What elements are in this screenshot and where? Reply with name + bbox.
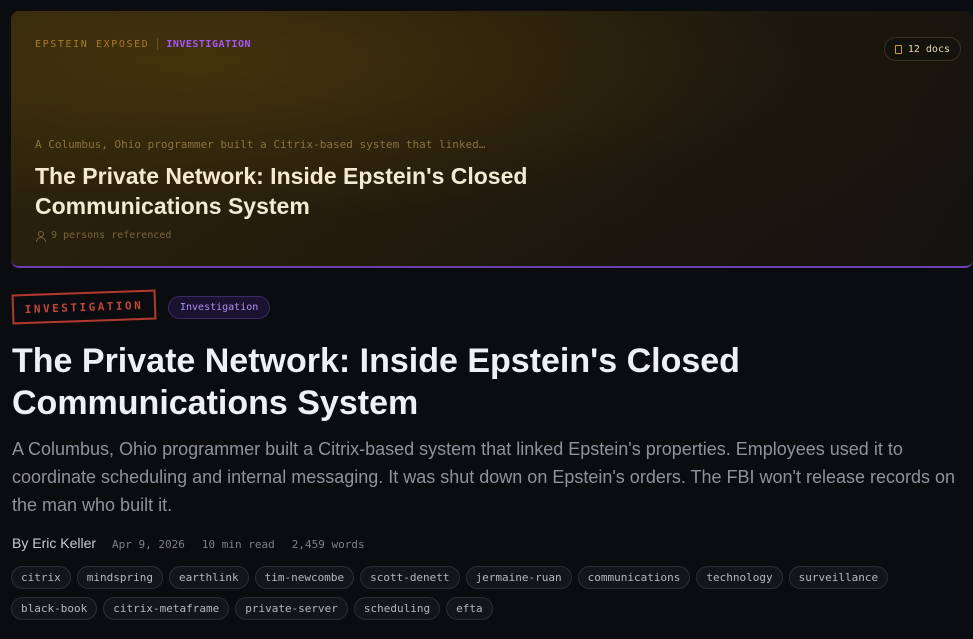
document-icon — [894, 44, 902, 54]
hero-card[interactable]: EPSTEIN EXPOSED INVESTIGATION 12 docs A … — [11, 11, 973, 268]
persons-label: 9 persons referenced — [51, 230, 172, 241]
hero-excerpt: A Columbus, Ohio programmer built a Citr… — [35, 138, 486, 151]
publish-date: Apr 9, 2026 — [112, 538, 185, 551]
article-meta: By Eric Keller Apr 9, 2026 10 min read 2… — [12, 535, 382, 551]
divider — [157, 38, 159, 50]
author-byline[interactable]: By Eric Keller — [12, 535, 96, 551]
hero-kicker: INVESTIGATION — [166, 38, 252, 50]
tag-chip[interactable]: mindspring — [76, 566, 163, 589]
tag-chip[interactable]: scott-denett — [360, 566, 460, 589]
tag-chip[interactable]: jermaine-ruan — [465, 566, 572, 589]
tag-chip[interactable]: efta — [446, 597, 493, 620]
tag-chip[interactable]: earthlink — [168, 566, 249, 589]
persons-referenced[interactable]: 9 persons referenced — [35, 230, 172, 242]
tag-chip[interactable]: citrix-metaframe — [103, 597, 230, 620]
docs-count-badge[interactable]: 12 docs — [883, 37, 961, 61]
tag-list: citrix mindspring earthlink tim-newcombe… — [11, 566, 971, 620]
hero-header: EPSTEIN EXPOSED INVESTIGATION — [35, 38, 251, 50]
article-title: The Private Network: Inside Epstein's Cl… — [12, 342, 740, 422]
tag-chip[interactable]: tim-newcombe — [254, 566, 355, 589]
brand-label: EPSTEIN EXPOSED — [35, 38, 150, 50]
hero-title[interactable]: The Private Network: Inside Epstein's Cl… — [35, 161, 595, 221]
tag-chip[interactable]: citrix — [11, 566, 71, 589]
person-icon — [35, 230, 46, 242]
tag-chip[interactable]: private-server — [235, 597, 348, 620]
word-count: 2,459 words — [291, 538, 365, 551]
tag-chip[interactable]: technology — [696, 566, 783, 589]
docs-count-label: 12 docs — [907, 43, 950, 55]
investigation-stamp: INVESTIGATION — [11, 289, 157, 325]
read-time: 10 min read — [201, 538, 275, 551]
tag-chip[interactable]: communications — [577, 566, 691, 589]
tag-chip[interactable]: surveillance — [788, 566, 889, 589]
tag-chip[interactable]: black-book — [11, 597, 98, 620]
article-summary: A Columbus, Ohio programmer built a Citr… — [12, 439, 956, 515]
tag-chip[interactable]: scheduling — [353, 597, 441, 620]
category-pill[interactable]: Investigation — [168, 296, 271, 319]
